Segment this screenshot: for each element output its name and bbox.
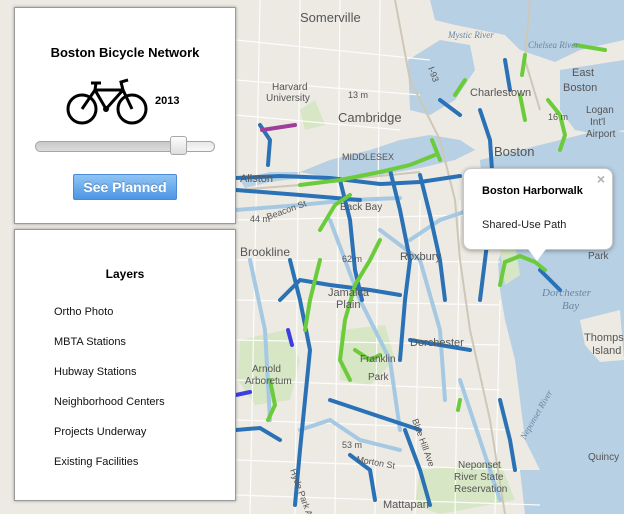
layer-item-existing-facilities[interactable]: Existing Facilities <box>54 455 165 485</box>
label-jamaica: Jamaica <box>328 287 370 299</box>
label-charlestown: Charlestown <box>470 87 531 99</box>
label-back-bay: Back Bay <box>340 202 382 213</box>
label-brookline: Brookline <box>240 245 290 259</box>
close-icon[interactable]: × <box>597 171 605 187</box>
bicycle-icon <box>66 78 148 125</box>
layer-item-ortho-photo[interactable]: Ortho Photo <box>54 305 165 335</box>
layers-title: Layers <box>105 267 145 281</box>
feature-popup: × Boston Harborwalk Shared-Use Path <box>463 168 613 261</box>
layer-item-neighborhood-centers[interactable]: Neighborhood Centers <box>54 395 165 425</box>
elevation-label-1: 13 m <box>348 90 368 100</box>
label-quincy: Quincy <box>588 452 619 463</box>
year-slider-track[interactable] <box>35 141 215 152</box>
popup-pointer <box>528 249 546 261</box>
label-boston-east: Boston <box>563 82 597 94</box>
label-arnold: Arnold <box>252 364 281 375</box>
label-park-franklin: Park <box>368 372 390 383</box>
popup-title: Boston Harborwalk <box>482 185 583 197</box>
year-slider-fill <box>36 142 180 151</box>
label-chelsea-river: Chelsea River <box>528 40 579 50</box>
year-slider-handle[interactable] <box>170 136 187 155</box>
label-plain: Plain <box>336 299 360 311</box>
label-university: University <box>266 93 310 104</box>
layer-list: Ortho Photo MBTA Stations Hubway Station… <box>54 305 165 485</box>
label-neponset: Neponset <box>458 460 501 471</box>
year-label: 2013 <box>155 95 180 107</box>
label-cambridge: Cambridge <box>338 110 402 125</box>
layer-item-hubway-stations[interactable]: Hubway Stations <box>54 365 165 395</box>
label-mattapan: Mattapan <box>383 499 429 511</box>
label-arboretum: Arboretum <box>245 376 292 387</box>
label-somerville: Somerville <box>300 10 361 25</box>
label-bay: Bay <box>562 300 579 312</box>
label-island: Island <box>592 345 621 357</box>
layer-item-projects-underway[interactable]: Projects Underway <box>54 425 165 455</box>
layers-panel: Layers Ortho Photo MBTA Stations Hubway … <box>14 229 236 501</box>
label-east: East <box>572 67 594 79</box>
popup-subtitle: Shared-Use Path <box>482 219 567 231</box>
app-title: Boston Bicycle Network <box>50 45 200 60</box>
label-roxbury: Roxbury <box>400 251 441 263</box>
road-label-bluehill: Blue Hill Ave <box>410 417 437 468</box>
label-harvard: Harvard <box>272 82 308 93</box>
elevation-label-5: 53 m <box>342 440 362 450</box>
label-middlesex: MIDDLESEX <box>342 152 394 162</box>
label-mystic-river: Mystic River <box>447 30 494 40</box>
label-airport: Airport <box>586 129 616 140</box>
label-boston: Boston <box>494 144 534 159</box>
label-logan: Logan <box>586 105 614 116</box>
label-dorchester-bay: Dorchester <box>541 287 592 299</box>
elevation-label-4: 16 m <box>548 112 568 122</box>
label-dorchester: Dorchester <box>410 337 464 349</box>
elevation-label-3: 62 m <box>342 254 362 264</box>
see-planned-button[interactable]: See Planned <box>73 174 177 200</box>
label-intl: Int'l <box>590 117 605 128</box>
label-river-state: River State <box>454 472 504 483</box>
label-thompson: Thompson <box>584 332 624 344</box>
label-park-dorchester: Park <box>588 251 610 262</box>
label-franklin: Franklin <box>360 354 396 365</box>
label-allston: Allston <box>240 173 273 185</box>
layer-item-mbta-stations[interactable]: MBTA Stations <box>54 335 165 365</box>
road-label-hydepark: Hyde Park Ave <box>288 467 318 514</box>
title-panel: Boston Bicycle Network 2013 See Planned <box>14 7 236 224</box>
label-reservation: Reservation <box>454 484 507 495</box>
